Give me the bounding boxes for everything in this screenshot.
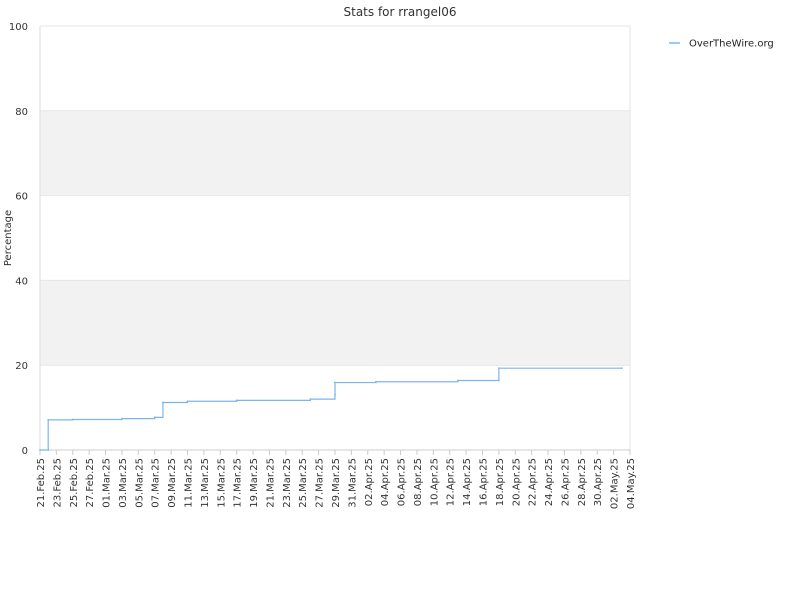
x-tick-label: 26.Apr.25 [560,458,571,506]
plot-band [40,110,630,196]
x-tick-label: 20.Apr.25 [511,458,522,506]
series-point[interactable] [235,399,238,402]
series-point[interactable] [375,380,377,383]
x-tick-label: 17.Mar.25 [233,458,244,508]
legend-item-label[interactable]: OverTheWire.org [689,39,774,50]
x-tick-label: 04.May.25 [626,458,637,509]
x-tick-label: 25.Feb.25 [69,458,80,508]
series-point[interactable] [47,449,50,451]
chart: 0 20 40 60 80 100 21.Feb.25 23.Feb.25 25.Feb.25… [3,5,774,509]
x-tick-label: 28.Apr.25 [577,458,588,506]
x-tick-label: 29.Mar.25 [331,458,342,508]
x-tick-label: 27.Feb.25 [85,458,96,508]
x-axis-ticks: 21.Feb.25 23.Feb.25 25.Feb.25 27.Feb.25 01.M… [36,450,637,509]
series-point[interactable] [497,367,500,370]
series-point[interactable] [39,449,41,451]
y-tick-label: 0 [22,446,28,457]
x-tick-label: 21.Mar.25 [265,458,276,508]
y-tick-label: 40 [15,276,28,287]
x-tick-label: 27.Mar.25 [315,458,326,508]
x-tick-label: 15.Mar.25 [216,458,227,508]
series-line[interactable] [40,367,622,451]
x-tick-label: 07.Mar.25 [151,458,162,508]
series-point[interactable] [620,367,623,370]
series-point[interactable] [186,400,189,403]
x-tick-label: 02.May.25 [610,458,621,509]
y-tick-label: 80 [15,107,28,118]
x-tick-label: 23.Feb.25 [52,458,63,508]
x-tick-label: 24.Apr.25 [544,458,555,506]
x-tick-label: 02.Apr.25 [364,458,375,506]
x-tick-label: 01.Mar.25 [102,458,113,508]
plot-bands [40,110,630,366]
x-tick-label: 08.Apr.25 [413,458,424,506]
y-tick-label: 100 [9,22,28,33]
plot-band [40,280,630,366]
x-tick-label: 18.Apr.25 [495,458,506,506]
x-tick-label: 30.Apr.25 [593,458,604,506]
x-tick-label: 22.Apr.25 [528,458,539,506]
series-point[interactable] [153,416,156,419]
x-tick-label: 19.Mar.25 [249,458,260,508]
x-tick-label: 31.Mar.25 [347,458,358,508]
x-tick-label: 04.Apr.25 [380,458,391,506]
x-tick-label: 21.Feb.25 [36,458,47,508]
y-tick-label: 60 [15,192,28,203]
y-tick-label: 20 [15,361,28,372]
x-tick-label: 10.Apr.25 [429,458,440,506]
x-tick-label: 06.Apr.25 [397,458,408,506]
x-tick-label: 16.Apr.25 [479,458,490,506]
x-tick-label: 09.Mar.25 [167,458,178,508]
legend[interactable]: OverTheWire.org [669,39,774,50]
x-tick-label: 11.Mar.25 [184,458,195,508]
series-point[interactable] [457,379,459,382]
x-tick-label: 14.Apr.25 [462,458,473,506]
series-point[interactable] [71,418,74,421]
x-tick-label: 25.Mar.25 [298,458,309,508]
x-tick-label: 23.Mar.25 [282,458,293,508]
series-layer [39,367,623,451]
series-point[interactable] [497,379,500,382]
x-tick-label: 12.Apr.25 [446,458,457,506]
series-point[interactable] [162,401,164,404]
series-point[interactable] [121,417,123,420]
x-tick-label: 13.Mar.25 [200,458,211,508]
x-tick-label: 05.Mar.25 [134,458,145,508]
x-tick-label: 03.Mar.25 [118,458,129,508]
chart-title: Stats for rrangel06 [344,5,457,19]
y-axis-label: Percentage [3,210,14,266]
series-point[interactable] [309,398,312,401]
series-point[interactable] [334,393,336,396]
series-point[interactable] [334,381,336,384]
series-point[interactable] [47,418,50,421]
